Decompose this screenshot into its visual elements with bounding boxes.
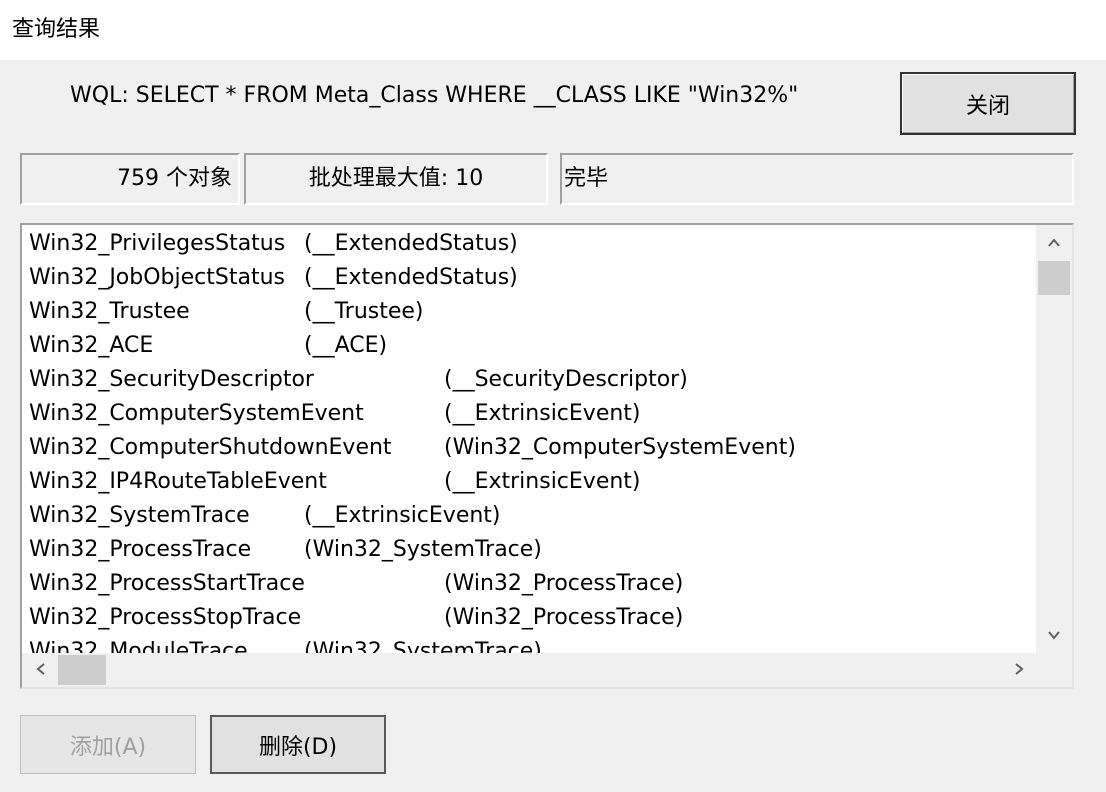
list-item[interactable]: Win32_SecurityDescriptor (__SecurityDesc… [29, 363, 688, 397]
status-state-pane: 完毕 [560, 153, 1074, 205]
superclass-name: (__ExtrinsicEvent) [304, 503, 501, 528]
superclass-name: (Win32_SystemTrace) [304, 537, 542, 562]
object-count-pane: 759 个对象 [20, 153, 240, 205]
scrollbar-corner [1036, 653, 1072, 687]
class-name: Win32_ComputerShutdownEvent [29, 435, 392, 460]
query-label: WQL: SELECT * FROM Meta_Class WHERE __CL… [70, 83, 799, 108]
results-list-content: Win32_PrivilegesStatus (__ExtendedStatus… [22, 225, 1036, 653]
class-name: Win32_ComputerSystemEvent [29, 401, 364, 426]
superclass-name: (__ExtrinsicEvent) [444, 401, 641, 426]
class-name: Win32_ProcessStopTrace [29, 605, 302, 630]
superclass-name: (Win32_ProcessTrace) [444, 571, 684, 596]
vertical-scroll-thumb[interactable] [1038, 261, 1070, 295]
list-item[interactable]: Win32_JobObjectStatus (__ExtendedStatus) [29, 261, 518, 295]
class-name: Win32_ModuleTrace [29, 639, 248, 653]
title-bar: 查询结果 [0, 0, 1106, 60]
chevron-down-icon[interactable] [1036, 619, 1072, 653]
superclass-name: (__ExtrinsicEvent) [444, 469, 641, 494]
list-item[interactable]: Win32_ComputerShutdownEvent (Win32_Compu… [29, 431, 796, 465]
superclass-name: (__Trustee) [304, 299, 424, 324]
list-item[interactable]: Win32_ProcessStartTrace (Win32_ProcessTr… [29, 567, 683, 601]
superclass-name: (__SecurityDescriptor) [444, 367, 688, 392]
list-item[interactable]: Win32_ModuleTrace (Win32_SystemTrace) [29, 635, 542, 653]
list-item[interactable]: Win32_PrivilegesStatus (__ExtendedStatus… [29, 227, 518, 261]
add-button[interactable]: 添加(A) [20, 715, 196, 774]
list-item[interactable]: Win32_SystemTrace (__ExtrinsicEvent) [29, 499, 501, 533]
list-item[interactable]: Win32_ACE (__ACE) [29, 329, 387, 363]
delete-button[interactable]: 删除(D) [210, 715, 386, 774]
class-name: Win32_ACE [29, 333, 154, 358]
list-item[interactable]: Win32_Trustee (__Trustee) [29, 295, 424, 329]
chevron-right-icon[interactable] [1002, 653, 1036, 687]
class-name: Win32_PrivilegesStatus [29, 231, 286, 256]
class-name: Win32_SecurityDescriptor [29, 367, 314, 392]
list-item[interactable]: Win32_IP4RouteTableEvent (__ExtrinsicEve… [29, 465, 641, 499]
class-name: Win32_JobObjectStatus [29, 265, 285, 290]
results-list[interactable]: Win32_PrivilegesStatus (__ExtendedStatus… [20, 223, 1074, 689]
chevron-up-icon[interactable] [1036, 227, 1072, 261]
list-item[interactable]: Win32_ProcessTrace (Win32_SystemTrace) [29, 533, 542, 567]
window-title: 查询结果 [12, 17, 101, 42]
class-name: Win32_IP4RouteTableEvent [29, 469, 327, 494]
class-name: Win32_ProcessTrace [29, 537, 252, 562]
superclass-name: (Win32_SystemTrace) [304, 639, 542, 653]
vertical-scrollbar[interactable] [1036, 225, 1072, 653]
superclass-name: (__ExtendedStatus) [304, 231, 518, 256]
list-item[interactable]: Win32_ComputerSystemEvent (__ExtrinsicEv… [29, 397, 641, 431]
class-name: Win32_ProcessStartTrace [29, 571, 305, 596]
list-item[interactable]: Win32_ProcessStopTrace (Win32_ProcessTra… [29, 601, 683, 635]
horizontal-scrollbar[interactable] [22, 653, 1036, 687]
superclass-name: (__ACE) [304, 333, 388, 358]
superclass-name: (Win32_ComputerSystemEvent) [444, 435, 796, 460]
batch-max-pane: 批处理最大值: 10 [244, 153, 548, 205]
chevron-left-icon[interactable] [24, 653, 58, 687]
close-button[interactable]: 关闭 [900, 72, 1076, 135]
superclass-name: (Win32_ProcessTrace) [444, 605, 684, 630]
class-name: Win32_SystemTrace [29, 503, 250, 528]
class-name: Win32_Trustee [29, 299, 190, 324]
superclass-name: (__ExtendedStatus) [304, 265, 518, 290]
horizontal-scroll-thumb[interactable] [58, 655, 106, 685]
